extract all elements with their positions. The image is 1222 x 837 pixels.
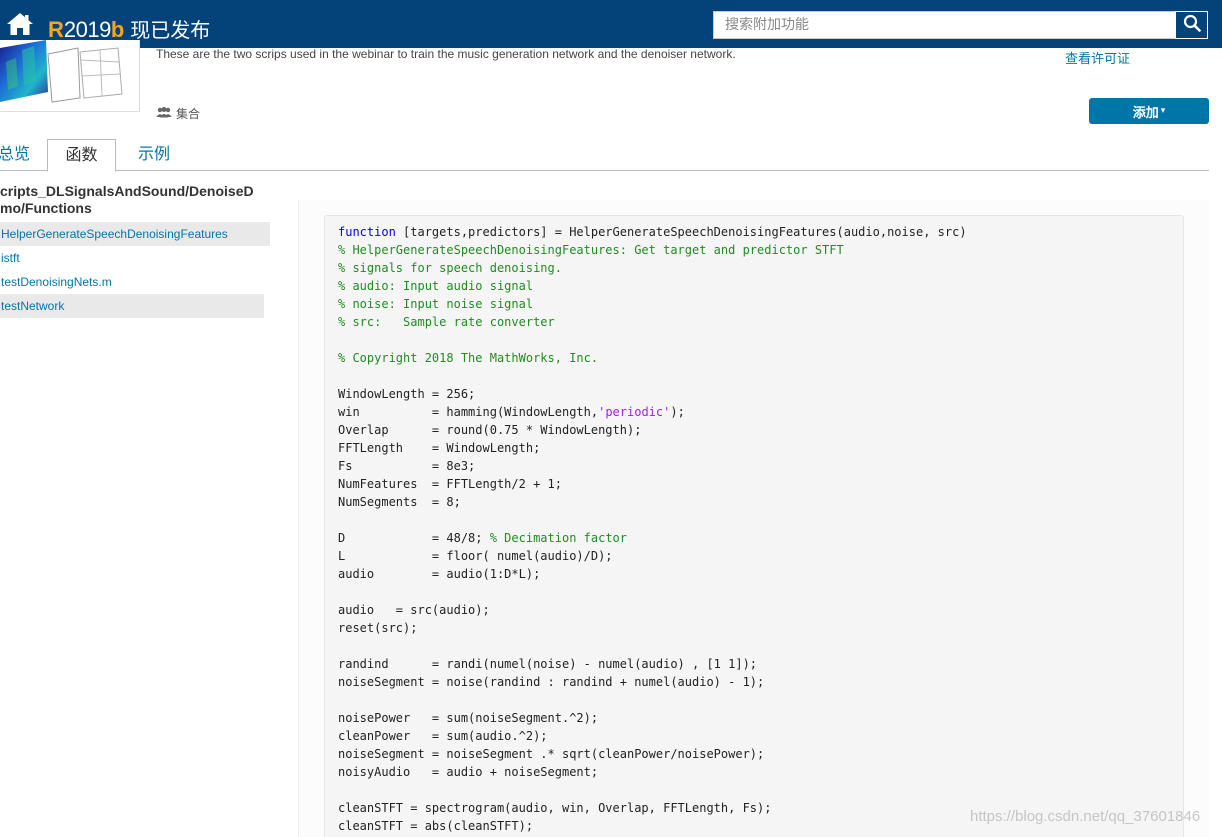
code-line: randind = randi(numel(noise) - numel(aud… — [338, 655, 967, 673]
code-token: noisyAudio = audio + noiseSegment; — [338, 765, 599, 779]
release-banner[interactable]: R 2019 b 现已发布 — [48, 14, 210, 42]
code-viewer: function [targets,predictors] = HelperGe… — [324, 215, 1184, 837]
file-list: HelperGenerateSpeechDenoisingFeatures is… — [0, 222, 270, 318]
code-line: win = hamming(WindowLength,'periodic'); — [338, 403, 967, 421]
code-line: % audio: Input audio signal — [338, 277, 967, 295]
code-line: % src: Sample rate converter — [338, 313, 967, 331]
code-line: noisyAudio = audio + noiseSegment; — [338, 763, 967, 781]
code-line: Fs = 8e3; — [338, 457, 967, 475]
code-token: cleanPower = sum(audio.^2); — [338, 729, 548, 743]
view-license-link[interactable]: 查看许可证 — [1065, 48, 1130, 67]
code-token: NumSegments = 8; — [338, 495, 461, 509]
code-token: randind = randi(numel(noise) - numel(aud… — [338, 657, 758, 671]
code-token: cleanSTFT = abs(cleanSTFT); — [338, 819, 534, 833]
code-line: D = 48/8; % Decimation factor — [338, 529, 967, 547]
code-line: cleanSTFT = spectrogram(audio, win, Over… — [338, 799, 967, 817]
code-line: FFTLength = WindowLength; — [338, 439, 967, 457]
code-line: noiseSegment = noiseSegment .* sqrt(clea… — [338, 745, 967, 763]
add-button[interactable]: 添加 ▾ — [1089, 98, 1209, 124]
collection-tag: 集合 — [156, 105, 200, 122]
code-listing: function [targets,predictors] = HelperGe… — [338, 223, 967, 835]
top-bar: R 2019 b 现已发布 搜索附加功能 — [0, 0, 1222, 48]
code-token: ); — [670, 405, 685, 419]
code-token: Overlap = round(0.75 * WindowLength); — [338, 423, 642, 437]
add-button-label: 添加 — [1132, 105, 1159, 121]
code-line: cleanSTFT = abs(cleanSTFT); — [338, 817, 967, 835]
code-token: noiseSegment = noise(randind : randind +… — [338, 675, 765, 689]
submission-summary: These are the two scrips used in the web… — [156, 47, 736, 61]
code-line: audio = audio(1:D*L); — [338, 565, 967, 583]
code-token: reset(src); — [338, 621, 418, 635]
code-comment: % noise: Input noise signal — [338, 297, 534, 311]
folder-title-line-1: cripts_DLSignalsAndSound/DenoiseD — [0, 183, 254, 199]
caret-down-icon: ▾ — [1160, 106, 1166, 116]
code-line: % HelperGenerateSpeechDenoisingFeatures:… — [338, 241, 967, 259]
submission-thumbnail — [0, 40, 140, 112]
search-icon — [1183, 14, 1201, 37]
home-icon[interactable] — [6, 11, 34, 37]
file-item-testdenoisingnets[interactable]: testDenoisingNets.m — [0, 270, 270, 294]
code-token: D = 48/8; — [338, 531, 490, 545]
code-token: noisePower = sum(noiseSegment.^2); — [338, 711, 599, 725]
code-token: audio = src(audio); — [338, 603, 490, 617]
folder-title-line-2: mo/Functions — [0, 200, 92, 216]
code-token: audio = audio(1:D*L); — [338, 567, 541, 581]
code-line: % signals for speech denoising. — [338, 259, 967, 277]
file-item-helpergeneratespeechdenoisingfeatures[interactable]: HelperGenerateSpeechDenoisingFeatures — [0, 222, 270, 246]
code-line: % Copyright 2018 The MathWorks, Inc. — [338, 349, 967, 367]
code-token: [targets,predictors] = HelperGenerateSpe… — [395, 225, 967, 239]
code-token: cleanSTFT = spectrogram(audio, win, Over… — [338, 801, 772, 815]
code-comment: % signals for speech denoising. — [338, 261, 562, 275]
search-input[interactable]: 搜索附加功能 — [713, 11, 1175, 39]
code-keyword: function — [338, 225, 396, 239]
folder-title: cripts_DLSignalsAndSound/DenoiseD mo/Fun… — [0, 183, 262, 217]
code-token: WindowLength = 256; — [338, 387, 476, 401]
tab-functions[interactable]: 函数 — [47, 139, 116, 172]
code-comment: % Decimation factor — [489, 531, 627, 545]
code-token: win = hamming(WindowLength, — [338, 405, 599, 419]
code-comment: % Copyright 2018 The MathWorks, Inc. — [338, 351, 599, 365]
code-token: NumFeatures = FFTLength/2 + 1; — [338, 477, 562, 491]
file-item-testnetwork[interactable]: testNetwork — [0, 294, 264, 318]
users-icon — [156, 106, 172, 121]
code-line: noisePower = sum(noiseSegment.^2); — [338, 709, 967, 727]
code-token: L = floor( numel(audio)/D); — [338, 549, 613, 563]
tab-bar: 总览 函数 示例 — [0, 139, 1209, 172]
search-button[interactable] — [1175, 11, 1208, 39]
code-line: NumSegments = 8; — [338, 493, 967, 511]
code-string: 'periodic' — [598, 405, 671, 419]
collection-label: 集合 — [176, 107, 201, 121]
code-comment: % src: Sample rate converter — [338, 315, 555, 329]
tab-examples[interactable]: 示例 — [138, 139, 170, 171]
code-line: function [targets,predictors] = HelperGe… — [338, 223, 967, 241]
code-line: L = floor( numel(audio)/D); — [338, 547, 967, 565]
code-comment: % HelperGenerateSpeechDenoisingFeatures:… — [338, 243, 844, 257]
code-line: cleanPower = sum(audio.^2); — [338, 727, 967, 745]
code-token: FFTLength = WindowLength; — [338, 441, 541, 455]
code-comment: % audio: Input audio signal — [338, 279, 534, 293]
code-token: Fs = 8e3; — [338, 459, 476, 473]
tab-overview[interactable]: 总览 — [0, 139, 30, 171]
code-line: Overlap = round(0.75 * WindowLength); — [338, 421, 967, 439]
code-line: audio = src(audio); — [338, 601, 967, 619]
code-line: % noise: Input noise signal — [338, 295, 967, 313]
code-token: noiseSegment = noiseSegment .* sqrt(clea… — [338, 747, 765, 761]
code-line: reset(src); — [338, 619, 967, 637]
code-line: WindowLength = 256; — [338, 385, 967, 403]
watermark: https://blog.csdn.net/qq_37601846 — [970, 808, 1201, 825]
release-text: 现已发布 — [130, 20, 211, 42]
code-line: NumFeatures = FFTLength/2 + 1; — [338, 475, 967, 493]
code-line: noiseSegment = noise(randind : randind +… — [338, 673, 967, 691]
file-item-istft[interactable]: istft — [0, 246, 270, 270]
